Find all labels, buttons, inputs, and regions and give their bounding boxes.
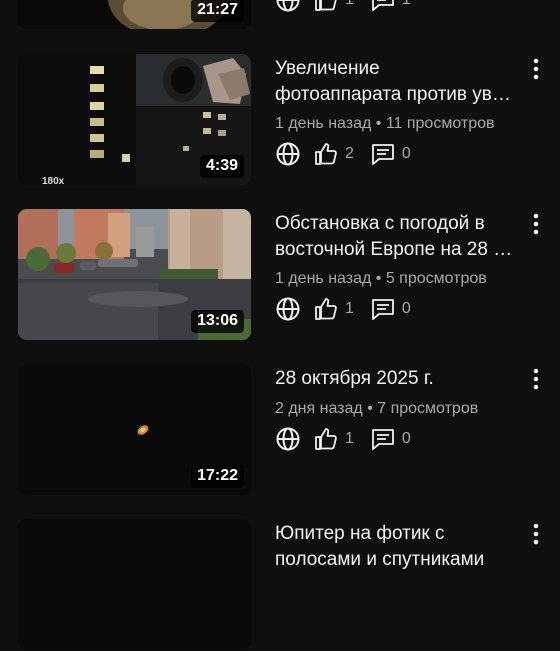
like-count: 1 bbox=[345, 430, 354, 447]
like-count: 1 bbox=[345, 0, 354, 9]
video-thumbnail[interactable]: 13:06 bbox=[18, 209, 251, 340]
thumb-up-icon[interactable] bbox=[313, 141, 339, 167]
comment-count: 0 bbox=[401, 145, 411, 162]
video-title-line: полосами и спутниками bbox=[275, 549, 485, 570]
comment-icon[interactable] bbox=[370, 0, 396, 13]
video-list: 21:27 1 1 bbox=[0, 0, 560, 650]
like-count: 2 bbox=[345, 145, 354, 162]
video-meta: 1 день назад • 5 просмотров bbox=[275, 270, 487, 287]
video-duration: 4:39 bbox=[199, 155, 244, 178]
video-title-line: Увеличение bbox=[275, 58, 380, 79]
video-thumbnail[interactable]: 17:22 bbox=[18, 364, 251, 495]
comment-count: 0 bbox=[401, 300, 411, 317]
video-item[interactable]: 17:22 28 октября 2025 г. 2 дня назад • 7… bbox=[0, 364, 560, 496]
globe-icon bbox=[276, 0, 300, 12]
video-stats: 1 1 bbox=[275, 0, 427, 14]
like-count: 1 bbox=[345, 300, 354, 317]
more-vert-icon bbox=[533, 213, 539, 235]
comment-count: 1 bbox=[402, 0, 411, 9]
video-thumbnail[interactable]: 180х 4:39 bbox=[18, 54, 251, 185]
comment-count: 0 bbox=[401, 430, 411, 447]
video-title-line: Обстановка с погодой в bbox=[275, 213, 485, 234]
video-meta: 2 дня назад • 7 просмотров bbox=[275, 400, 479, 417]
video-thumbnail[interactable]: 21:27 bbox=[18, 0, 251, 29]
video-item[interactable]: 21:27 1 1 bbox=[0, 0, 560, 30]
thumb-up-icon[interactable] bbox=[313, 0, 339, 13]
video-title[interactable]: 28 октября 2025 г. bbox=[275, 366, 525, 392]
video-title-line: восточной Европе на 28 … bbox=[275, 239, 513, 260]
comment-icon[interactable] bbox=[370, 426, 396, 452]
video-title[interactable]: Юпитер на фотик с полосами и спутниками bbox=[275, 521, 525, 573]
thumbnail-image bbox=[18, 519, 251, 650]
more-menu-button[interactable] bbox=[526, 519, 546, 549]
thumbnail-overlay-text: 180х bbox=[42, 176, 65, 185]
globe-icon bbox=[276, 427, 300, 451]
video-stats: 1 0 bbox=[275, 425, 427, 453]
video-stats: 1 0 bbox=[275, 295, 427, 323]
more-menu-button[interactable] bbox=[526, 54, 546, 84]
comment-icon[interactable] bbox=[370, 296, 396, 322]
more-menu-button[interactable] bbox=[526, 209, 546, 239]
more-vert-icon bbox=[533, 368, 539, 390]
globe-icon bbox=[276, 297, 300, 321]
globe-icon bbox=[276, 142, 300, 166]
video-duration: 13:06 bbox=[191, 310, 244, 333]
video-thumbnail[interactable] bbox=[18, 519, 251, 650]
video-duration: 21:27 bbox=[191, 0, 244, 22]
video-stats: 2 0 bbox=[275, 140, 427, 168]
more-menu-button[interactable] bbox=[526, 364, 546, 394]
more-vert-icon bbox=[533, 58, 539, 80]
video-title[interactable]: Обстановка с погодой в восточной Европе … bbox=[275, 211, 525, 263]
video-item[interactable]: Юпитер на фотик с полосами и спутниками bbox=[0, 519, 560, 651]
video-item[interactable]: 180х 4:39 Увеличение фотоаппарата против… bbox=[0, 54, 560, 186]
video-title-line: фотоаппарата против ув… bbox=[275, 84, 511, 105]
video-meta: 1 день назад • 11 просмотров bbox=[275, 115, 495, 132]
more-vert-icon bbox=[533, 523, 539, 545]
video-title-line: Юпитер на фотик с bbox=[275, 523, 445, 544]
video-title[interactable]: Увеличение фотоаппарата против ув… bbox=[275, 56, 525, 108]
video-title-line: 28 октября 2025 г. bbox=[275, 368, 434, 389]
thumb-up-icon[interactable] bbox=[313, 426, 339, 452]
comment-icon[interactable] bbox=[370, 141, 396, 167]
video-duration: 17:22 bbox=[191, 465, 244, 488]
video-item[interactable]: 13:06 Обстановка с погодой в восточной Е… bbox=[0, 209, 560, 341]
thumb-up-icon[interactable] bbox=[313, 296, 339, 322]
